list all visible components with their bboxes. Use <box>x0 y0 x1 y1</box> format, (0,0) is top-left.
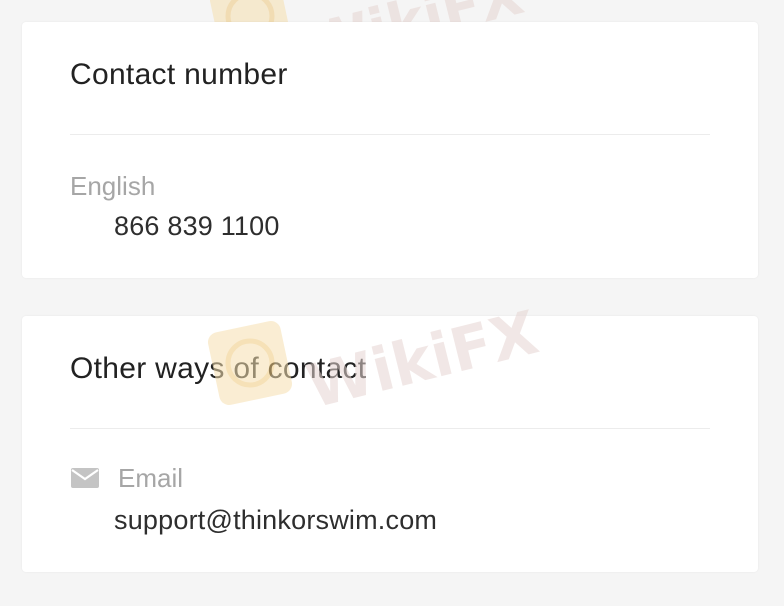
phone-language-label: English <box>70 171 156 201</box>
phone-number[interactable]: 866 839 1100 <box>114 211 280 242</box>
email-address[interactable]: support@thinkorswim.com <box>114 505 437 536</box>
contact-number-title: Contact number <box>70 58 288 91</box>
email-label: Email <box>118 463 184 493</box>
envelope-icon <box>70 466 100 490</box>
divider <box>70 428 710 429</box>
contact-number-card: Contact number English 866 839 1100 <box>22 22 758 278</box>
other-contact-card: Other ways of contact Email support@thin… <box>22 316 758 572</box>
divider <box>70 134 710 135</box>
email-label-row: Email <box>70 464 183 493</box>
other-contact-title: Other ways of contact <box>70 352 367 385</box>
